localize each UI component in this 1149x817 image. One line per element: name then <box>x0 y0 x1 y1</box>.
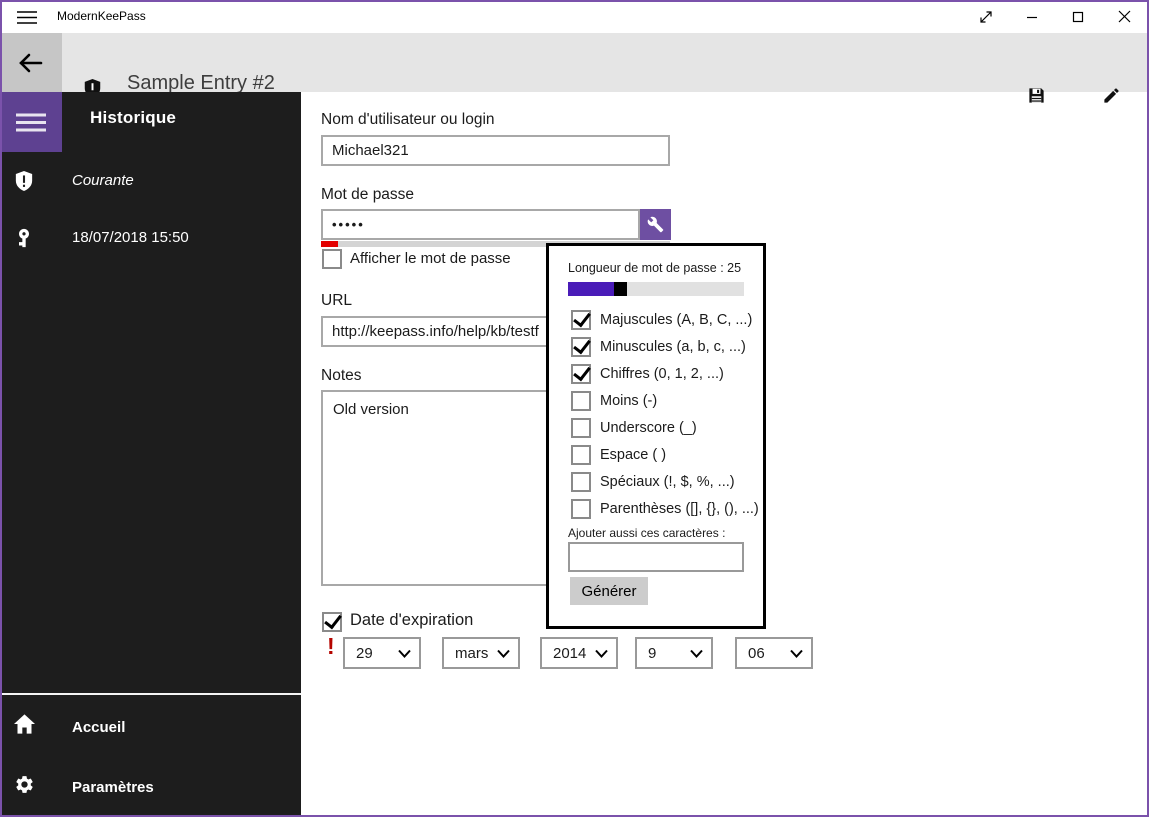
checkbox[interactable] <box>571 310 591 330</box>
hamburger-icon <box>16 113 46 132</box>
checkbox[interactable] <box>571 445 591 465</box>
select-value: 29 <box>356 644 373 662</box>
password-generator-popup: Longueur de mot de passe : 25 Majuscules… <box>546 243 766 629</box>
chevron-down-icon <box>595 649 608 658</box>
app-title: ModernKeePass <box>57 9 146 23</box>
sidebar-title: Historique <box>90 108 177 127</box>
generator-option-special[interactable]: Spéciaux (!, $, %, ...) <box>549 472 763 494</box>
generator-option-underscore[interactable]: Underscore (_) <box>549 418 763 440</box>
password-length-label: Longueur de mot de passe : 25 <box>568 261 742 275</box>
resize-diagonal-icon <box>978 9 994 25</box>
option-label: Majuscules (A, B, C, ...) <box>600 312 753 328</box>
home-icon <box>13 713 35 735</box>
generator-option-brackets[interactable]: Parenthèses ([], {}, (), ...) <box>549 499 763 521</box>
entry-header: Sample Entry #2 sample <box>0 33 1149 118</box>
sidebar-item-home[interactable]: Accueil <box>0 713 301 757</box>
slider-fill <box>568 282 627 296</box>
minimize-button[interactable] <box>1009 2 1055 31</box>
expiration-minute-select[interactable]: 06 <box>735 637 813 669</box>
titlebar: ModernKeePass <box>0 0 1149 33</box>
option-label: Chiffres (0, 1, 2, ...) <box>600 366 724 382</box>
password-label: Mot de passe <box>321 186 415 203</box>
expiration-year-select[interactable]: 2014 <box>540 637 618 669</box>
sidebar-divider <box>0 693 301 695</box>
generator-option-lowercase[interactable]: Minuscules (a, b, c, ...) <box>549 337 763 359</box>
option-label: Parenthèses ([], {}, (), ...) <box>600 501 759 517</box>
generator-option-uppercase[interactable]: Majuscules (A, B, C, ...) <box>549 310 763 332</box>
close-button[interactable] <box>1101 2 1147 31</box>
sidebar-item-label: Paramètres <box>72 779 154 796</box>
wrench-icon <box>647 216 664 233</box>
option-label: Underscore (_) <box>600 420 697 436</box>
password-strength-fill <box>321 241 339 247</box>
gear-icon <box>13 773 35 795</box>
chevron-down-icon <box>398 649 411 658</box>
generator-option-space[interactable]: Espace ( ) <box>549 445 763 467</box>
checkbox[interactable] <box>571 499 591 519</box>
nav-hamburger-button[interactable] <box>0 92 62 152</box>
additional-chars-label: Ajouter aussi ces caractères : <box>568 526 726 540</box>
username-input[interactable] <box>321 135 670 166</box>
generator-option-minus[interactable]: Moins (-) <box>549 391 763 413</box>
checkbox[interactable] <box>571 418 591 438</box>
checkbox[interactable] <box>571 391 591 411</box>
close-icon <box>1118 10 1131 23</box>
select-value: mars <box>455 644 489 662</box>
maximize-icon <box>1072 11 1084 23</box>
chevron-down-icon <box>790 649 803 658</box>
select-value: 2014 <box>553 644 587 662</box>
password-length-value: 25 <box>727 261 742 275</box>
checkbox[interactable] <box>571 337 591 357</box>
password-generator-button[interactable] <box>640 209 671 240</box>
maximize-button[interactable] <box>1055 2 1101 31</box>
history-item-label: Courante <box>72 172 134 189</box>
expired-warning-icon: ! <box>327 633 335 659</box>
history-item-dated[interactable]: 18/07/2018 15:50 <box>0 227 301 271</box>
pencil-icon <box>1102 86 1121 105</box>
back-arrow-icon <box>19 53 43 73</box>
history-item-current[interactable]: Courante <box>0 170 301 214</box>
password-length-slider[interactable] <box>568 282 744 296</box>
key-icon <box>13 227 35 249</box>
expiration-hour-select[interactable]: 9 <box>635 637 713 669</box>
sidebar-item-label: Accueil <box>72 719 126 736</box>
titlebar-hamburger-icon[interactable] <box>14 7 40 27</box>
expiration-checkbox[interactable] <box>322 612 342 632</box>
edit-button[interactable] <box>1091 75 1131 115</box>
history-item-label: 18/07/2018 15:50 <box>72 229 189 246</box>
checkbox[interactable] <box>571 364 591 384</box>
back-button[interactable] <box>0 33 62 92</box>
sidebar-item-settings[interactable]: Paramètres <box>0 773 301 817</box>
chevron-down-icon <box>690 649 703 658</box>
notes-label: Notes <box>321 367 362 384</box>
minimize-icon <box>1026 11 1038 23</box>
expiration-day-select[interactable]: 29 <box>343 637 421 669</box>
option-label: Espace ( ) <box>600 447 667 463</box>
additional-chars-input[interactable] <box>568 542 744 572</box>
option-label: Moins (-) <box>600 393 658 409</box>
show-password-label: Afficher le mot de passe <box>350 250 511 267</box>
save-icon <box>1027 86 1046 105</box>
generator-option-digits[interactable]: Chiffres (0, 1, 2, ...) <box>549 364 763 386</box>
save-button[interactable] <box>1016 75 1056 115</box>
show-password-checkbox[interactable] <box>322 249 342 269</box>
chevron-down-icon <box>497 649 510 658</box>
app-window: ModernKeePass Sample Entry #2 Historique… <box>0 0 1149 817</box>
username-label: Nom d'utilisateur ou login <box>321 111 495 128</box>
expiration-label: Date d'expiration <box>350 611 474 629</box>
shield-icon <box>13 170 35 192</box>
generate-button[interactable]: Générer <box>570 577 648 605</box>
option-label: Minuscules (a, b, c, ...) <box>600 339 746 355</box>
option-label: Spéciaux (!, $, %, ...) <box>600 474 735 490</box>
expiration-month-select[interactable]: mars <box>442 637 520 669</box>
checkbox[interactable] <box>571 472 591 492</box>
history-sidebar: Historique Courante 18/07/2018 15:50 Acc… <box>0 92 301 817</box>
select-value: 9 <box>648 644 657 662</box>
password-input[interactable] <box>321 209 640 240</box>
url-label: URL <box>321 292 353 309</box>
select-value: 06 <box>748 644 765 662</box>
fullscreen-button[interactable] <box>963 2 1009 31</box>
